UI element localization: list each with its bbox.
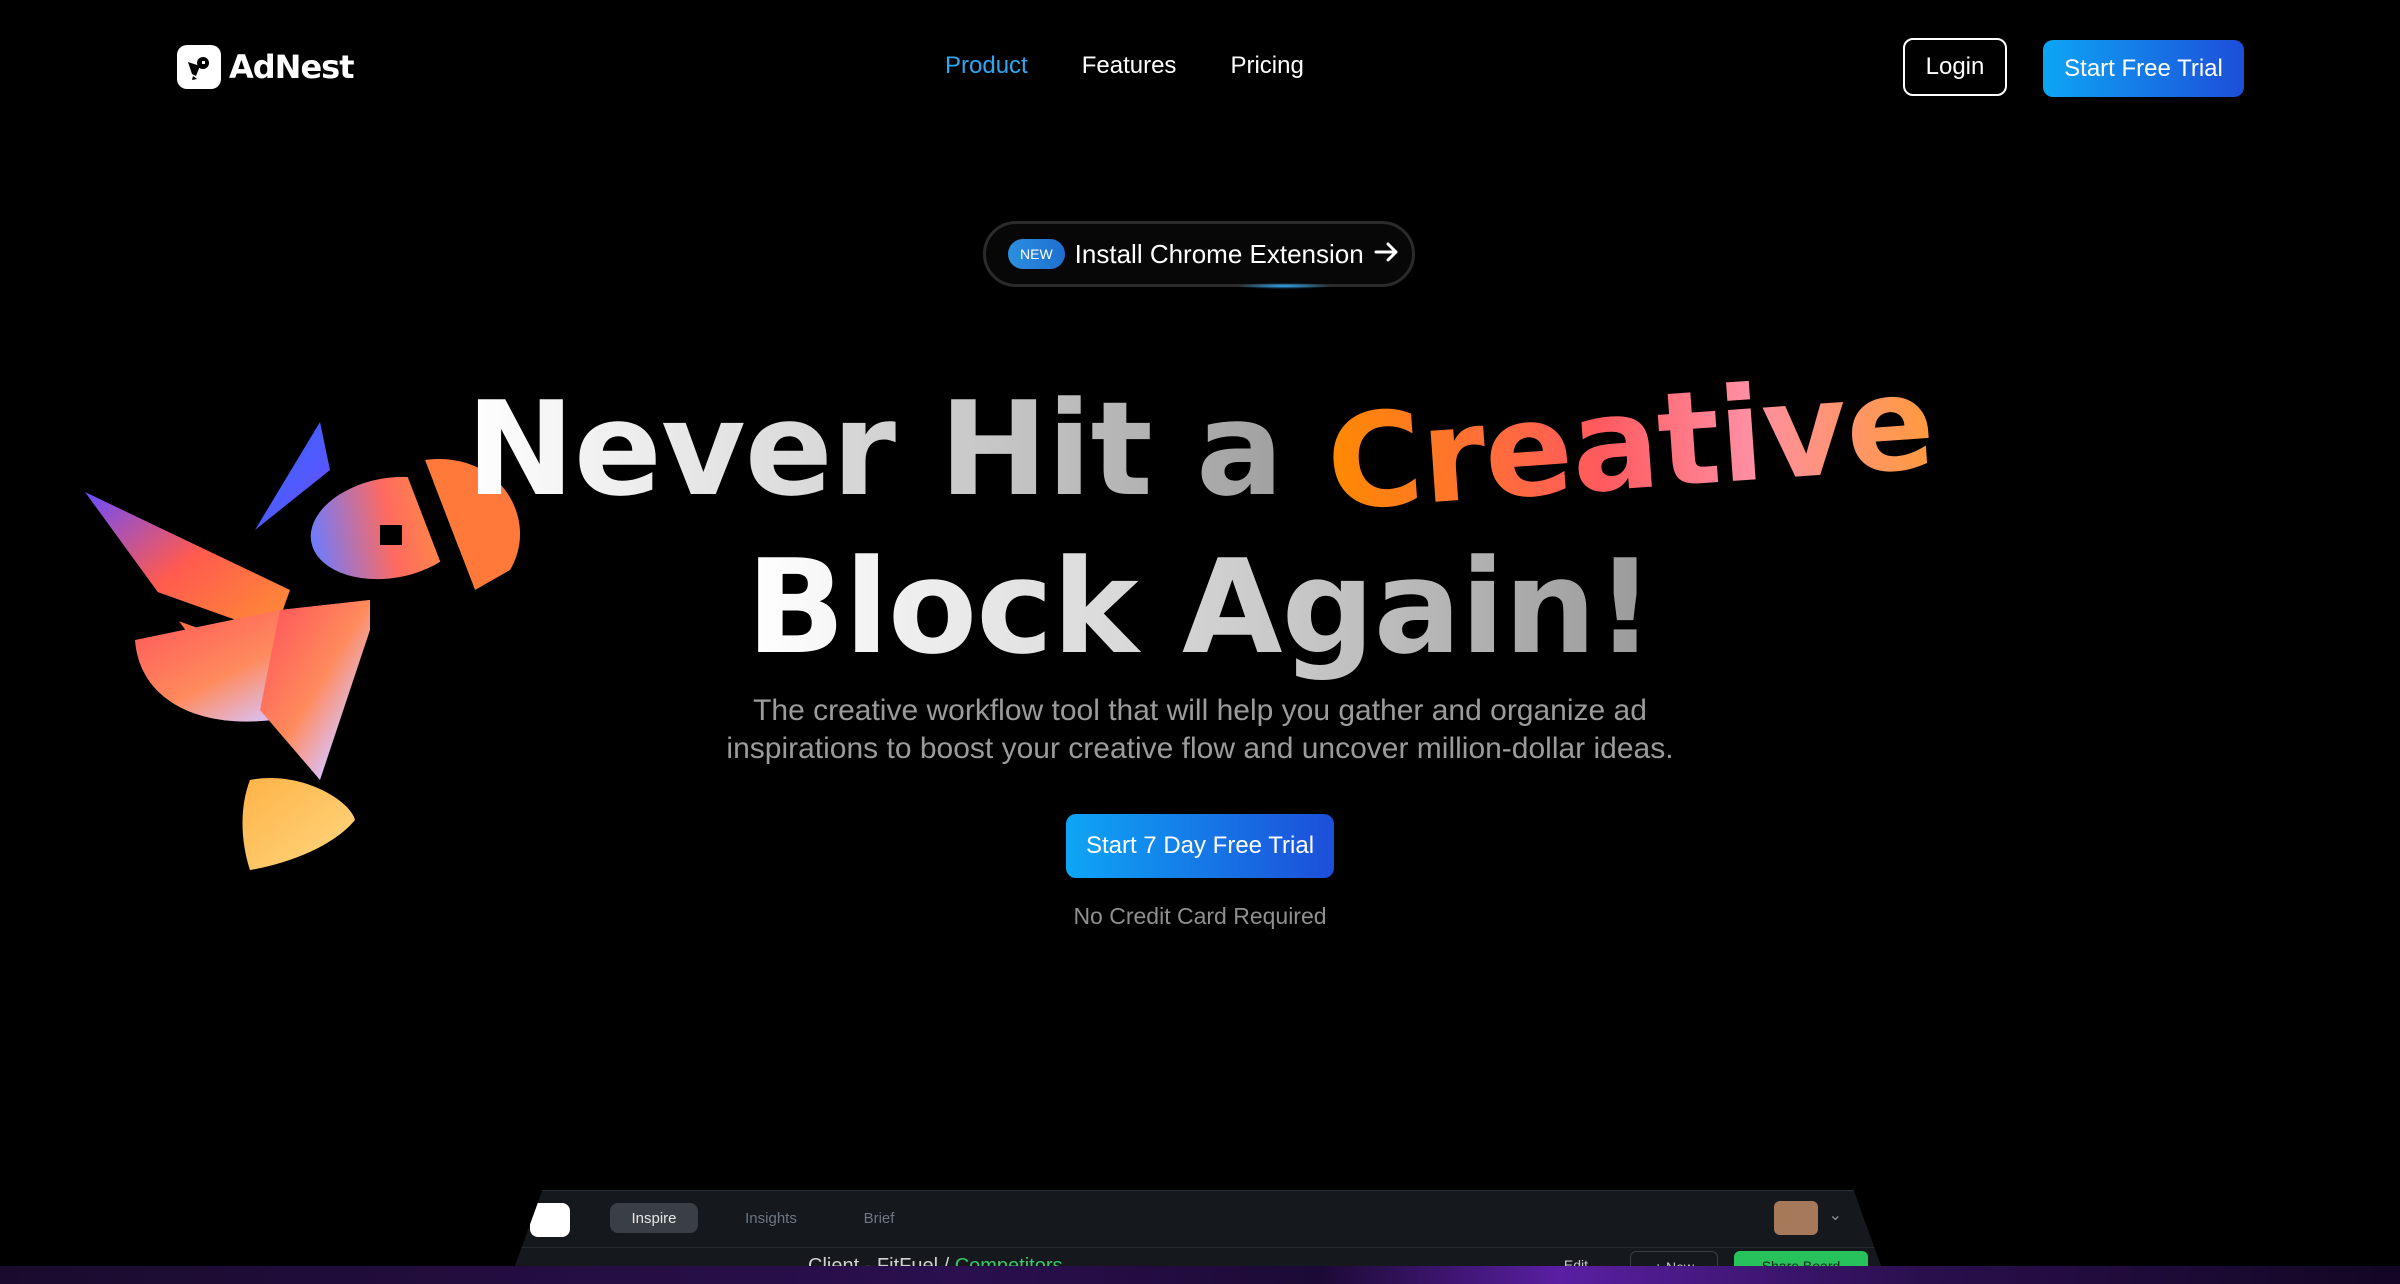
bird-logo-icon [177,45,221,89]
new-badge: NEW [1008,239,1065,269]
start-free-trial-button[interactable]: Start Free Trial [2043,40,2244,97]
login-button[interactable]: Login [1903,38,2007,96]
arrow-right-icon [1374,241,1400,268]
nav-link-product[interactable]: Product [945,52,1028,80]
subtitle-line2: inspirations to boost your creative flow… [726,732,1674,765]
brand-name: AdNest [229,48,354,86]
preview-tab-insights[interactable]: Insights [726,1203,816,1233]
preview-divider [508,1247,1888,1248]
preview-logo-icon [530,1203,570,1237]
pill-glow [1236,283,1332,289]
bottom-glow [0,1266,2400,1284]
brand-logo[interactable]: AdNest [177,45,354,89]
hero-headline: Never Hit a Creative Block Again! [0,346,2400,686]
preview-tab-brief[interactable]: Brief [844,1203,914,1233]
chevron-down-icon[interactable]: ⌄ [1829,1205,1842,1225]
start-trial-cta-button[interactable]: Start 7 Day Free Trial [1066,814,1334,878]
no-credit-card-note: No Credit Card Required [1073,903,1327,929]
main-nav: Product Features Pricing [945,52,1304,80]
avatar[interactable] [1774,1201,1818,1235]
pill-label: Install Chrome Extension [1074,238,1364,269]
landing-page: AdNest Product Features Pricing Login St… [0,0,2400,1284]
headline-highlight: Creative [1322,343,1939,543]
headline-part2: Block Again! [746,531,1655,683]
hero-subtitle: The creative workflow tool that will hel… [600,692,1800,768]
nav-link-pricing[interactable]: Pricing [1230,52,1303,80]
chrome-extension-pill[interactable]: NEW Install Chrome Extension [983,221,1415,289]
nav-link-features[interactable]: Features [1082,52,1177,80]
headline-part1: Never Hit a [465,373,1327,525]
preview-tab-inspire[interactable]: Inspire [610,1203,698,1233]
subtitle-line1: The creative workflow tool that will hel… [753,694,1647,727]
